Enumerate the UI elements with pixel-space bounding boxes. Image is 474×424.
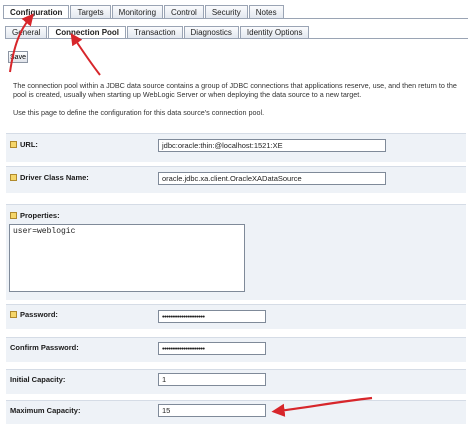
description-line-1: The connection pool within a JDBC data s… bbox=[13, 81, 457, 90]
description: The connection pool within a JDBC data s… bbox=[13, 81, 474, 99]
tab-targets[interactable]: Targets bbox=[70, 5, 111, 19]
lock-icon bbox=[10, 212, 17, 219]
password-field[interactable]: •••••••••••••••••••• bbox=[158, 310, 266, 323]
confirm-password-label: Confirm Password: bbox=[10, 343, 79, 352]
properties-label: Properties: bbox=[10, 211, 60, 220]
properties-textarea[interactable]: user=weblogic bbox=[9, 224, 245, 292]
lock-icon bbox=[10, 174, 17, 181]
tab-security[interactable]: Security bbox=[204, 5, 248, 19]
subtabs-divider bbox=[5, 38, 468, 39]
save-button[interactable]: Save bbox=[8, 51, 28, 63]
confirm-password-field[interactable]: •••••••••••••••••••• bbox=[158, 342, 266, 355]
password-label: Password: bbox=[10, 310, 58, 319]
tab-control[interactable]: Control bbox=[164, 5, 204, 19]
initial-capacity-label: Initial Capacity: bbox=[10, 375, 66, 384]
main-tabs: Configuration Targets Monitoring Control… bbox=[3, 5, 285, 19]
description-line-3: Use this page to define the configuratio… bbox=[13, 108, 265, 117]
driver-label: Driver Class Name: bbox=[10, 173, 89, 182]
url-label: URL: bbox=[10, 140, 38, 149]
driver-class-field[interactable]: oracle.jdbc.xa.client.OracleXADataSource bbox=[158, 172, 386, 185]
url-field[interactable]: jdbc:oracle:thin:@localhost:1521:XE bbox=[158, 139, 386, 152]
initial-capacity-field[interactable]: 1 bbox=[158, 373, 266, 386]
maximum-capacity-field[interactable]: 15 bbox=[158, 404, 266, 417]
tab-monitoring[interactable]: Monitoring bbox=[111, 5, 164, 19]
tabs-divider bbox=[3, 18, 468, 19]
maximum-capacity-label: Maximum Capacity: bbox=[10, 406, 81, 415]
lock-icon bbox=[10, 141, 17, 148]
description-line-2: pool is created, usually when starting u… bbox=[13, 90, 362, 99]
tab-notes[interactable]: Notes bbox=[248, 5, 284, 19]
tab-configuration[interactable]: Configuration bbox=[3, 5, 70, 19]
lock-icon bbox=[10, 311, 17, 318]
arrow-to-connection-pool-tab bbox=[70, 33, 101, 76]
